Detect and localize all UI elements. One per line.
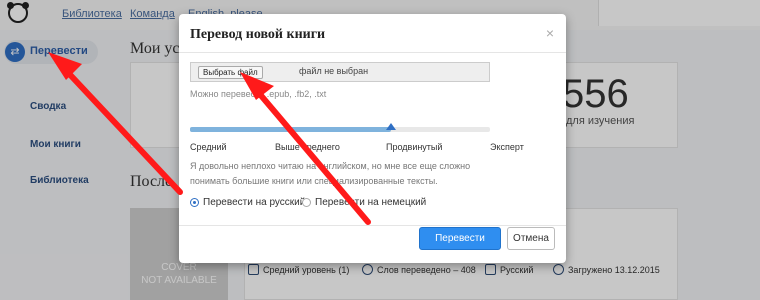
choose-file-button[interactable]: Выбрать файл: [198, 66, 263, 79]
radio-russian-button[interactable]: [190, 198, 199, 207]
file-help-text: Можно перевести .epub, .fb2, .txt: [190, 89, 327, 99]
translate-book-modal: Перевод новой книги × Выбрать файл файл …: [179, 14, 566, 263]
level-label-intermediate[interactable]: Средний: [190, 142, 227, 152]
level-label-advanced[interactable]: Продвинутый: [386, 142, 442, 152]
divider: [179, 52, 566, 53]
modal-title: Перевод новой книги: [190, 27, 326, 42]
level-label-upper-intermediate[interactable]: Выше среднего: [275, 142, 340, 152]
cancel-button[interactable]: Отмена: [507, 227, 555, 250]
file-input[interactable]: Выбрать файл файл не выбран: [190, 62, 490, 82]
level-description: Я довольно неплохо читаю на английском, …: [190, 161, 471, 186]
radio-german-label[interactable]: Перевести на немецкий: [315, 197, 426, 208]
file-status-text: файл не выбран: [299, 66, 369, 76]
translate-button[interactable]: Перевести: [419, 227, 501, 250]
radio-german-button[interactable]: [302, 198, 311, 207]
close-icon[interactable]: ×: [546, 25, 554, 41]
level-slider-handle[interactable]: [386, 123, 396, 130]
radio-russian-label[interactable]: Перевести на русский: [203, 197, 305, 208]
divider: [179, 225, 566, 226]
level-slider[interactable]: [190, 123, 490, 132]
level-label-expert[interactable]: Эксперт: [490, 142, 524, 152]
level-slider-fill: [190, 127, 391, 132]
